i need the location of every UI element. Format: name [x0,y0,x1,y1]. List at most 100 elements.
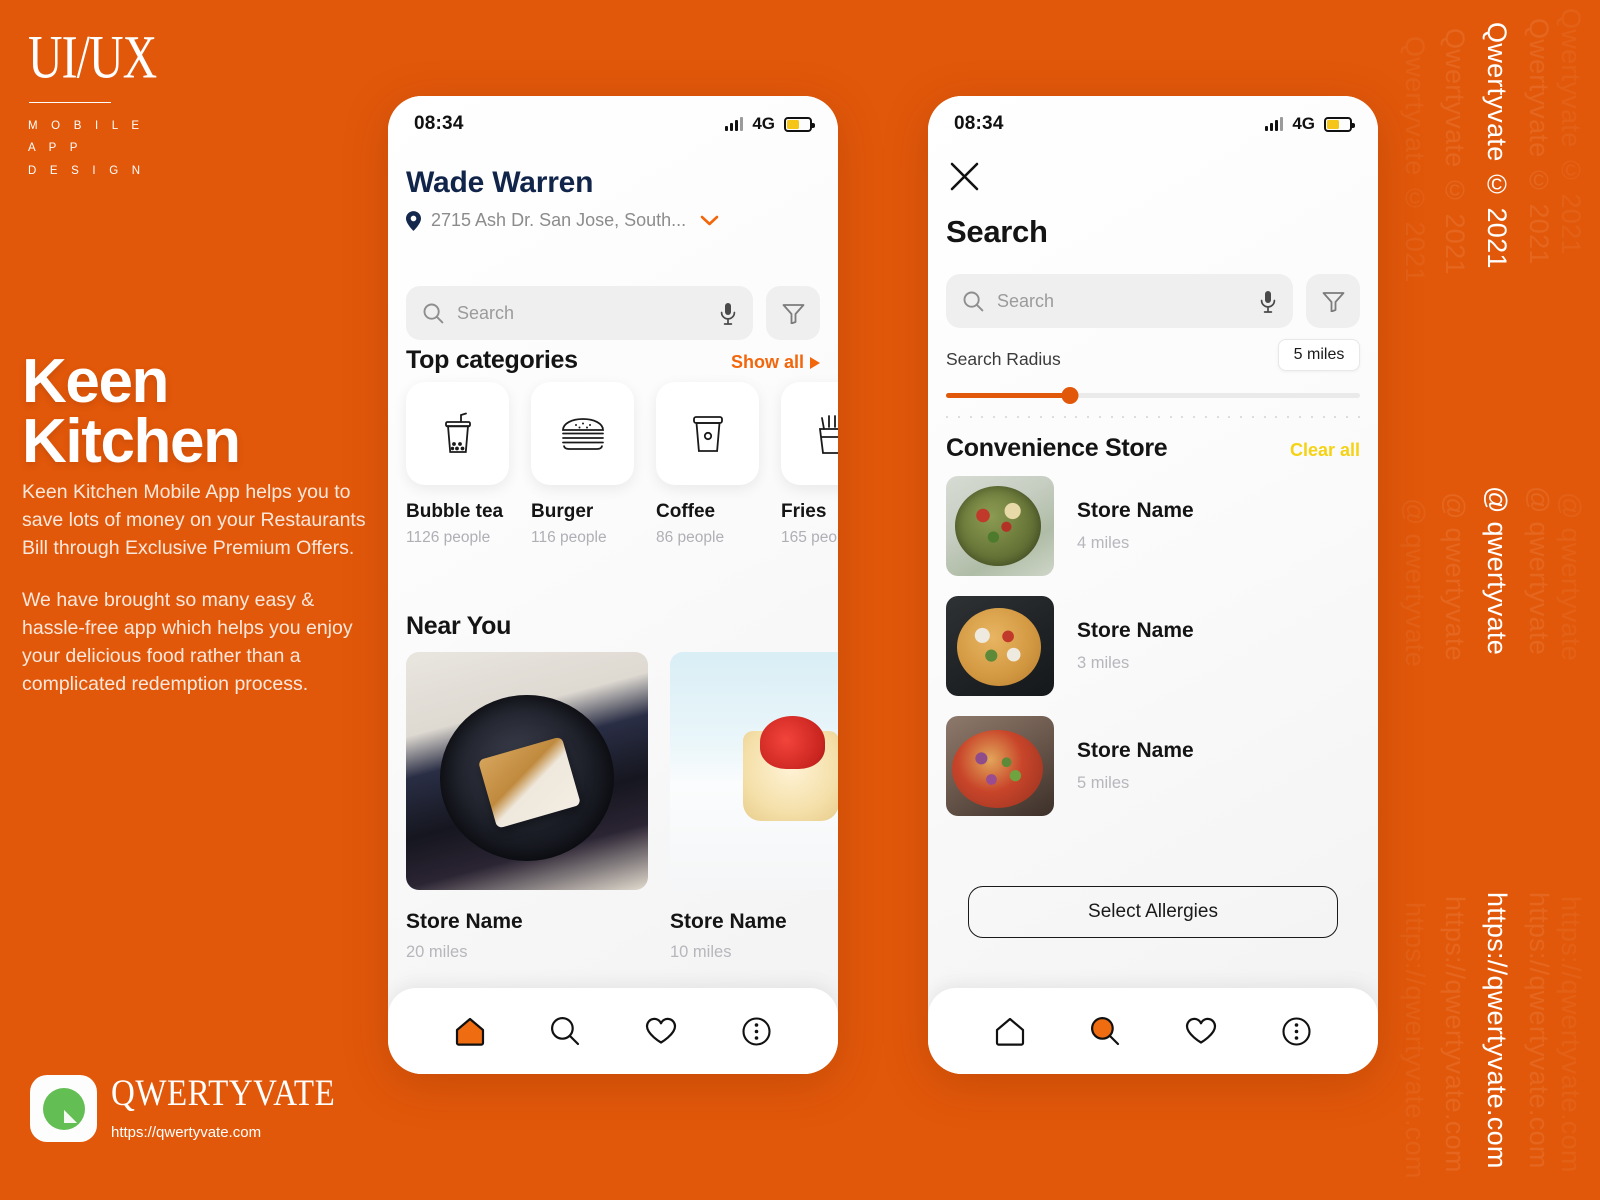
hero-title-line-1: Keen [22,347,169,416]
search-placeholder: Search [457,302,515,323]
watermark-handle-ghost-4: @ qwertyvate [1400,498,1430,668]
more-dots-icon [742,1016,771,1046]
store-photo [406,652,648,890]
store-card[interactable]: Store Name 10 miles [670,652,838,962]
filter-funnel-icon [782,303,804,324]
category-item-bubble-tea[interactable]: Bubble tea 1126 people [406,382,509,547]
footer-url[interactable]: https://qwertyvate.com [111,1124,335,1141]
list-item[interactable]: Store Name 4 miles [946,476,1360,576]
store-distance: 5 miles [1077,774,1130,792]
tab-more[interactable] [709,1016,805,1046]
watermark-site-ghost-3: https://qwertyvate.com [1440,896,1470,1173]
tab-search[interactable] [518,1016,614,1046]
home-icon [995,1017,1024,1046]
category-name: Coffee [656,501,716,522]
bottom-tab-bar [928,988,1378,1074]
tab-home[interactable] [422,1017,518,1046]
bottom-tab-bar [388,988,838,1074]
coffee-cup-icon [692,415,723,452]
filter-button[interactable] [1306,274,1360,328]
microphone-icon[interactable] [1260,290,1276,313]
watermark-copyright-ghost-4: Qwertyvate © 2021 [1400,36,1430,283]
slider-thumb[interactable] [1061,387,1079,404]
network-label: 4G [752,114,775,133]
result-list: Store Name 4 miles Store Name 3 miles St… [946,476,1360,836]
results-header: Convenience Store Clear all [946,434,1360,463]
filter-button[interactable] [766,286,820,340]
top-categories-header: Top categories Show all [406,346,820,375]
list-item[interactable]: Store Name 5 miles [946,716,1360,816]
category-item-burger[interactable]: Burger 116 people [531,382,634,547]
brand-sub-line-1: M O B I L E [28,120,145,132]
section-title-near-you: Near You [406,612,512,640]
store-card[interactable]: Store Name 20 miles [406,652,648,962]
select-allergies-button[interactable]: Select Allergies [968,886,1338,938]
list-item[interactable]: Store Name 3 miles [946,596,1360,696]
address-selector[interactable]: 2715 Ash Dr. San Jose, South... [406,210,719,231]
category-item-fries[interactable]: Fries 165 people [781,382,838,547]
category-people-count: 116 people [531,529,607,546]
hero-title-line-2: Kitchen [22,407,241,477]
store-photo [946,476,1054,576]
left-marketing-panel: UI/UX M O B I L E A P P D E S I G N Keen… [0,0,390,1200]
search-input[interactable]: Search [946,274,1293,328]
store-name: Store Name [1077,739,1194,762]
chevron-down-icon[interactable] [700,215,719,227]
battery-icon [1324,116,1355,132]
search-placeholder: Search [997,290,1055,311]
store-distance: 10 miles [670,943,732,961]
signal-bars-icon [725,117,744,131]
status-time: 08:34 [414,113,464,134]
hero-paragraph-2: We have brought so many easy & hassle-fr… [22,589,353,696]
watermark-handle-ghost-3: @ qwertyvate [1440,492,1470,662]
clear-all-button[interactable]: Clear all [1290,440,1360,461]
search-input[interactable]: Search [406,286,753,340]
show-all-button[interactable]: Show all [731,352,820,373]
tab-more[interactable] [1249,1016,1345,1046]
search-radius-slider[interactable] [946,387,1360,404]
page-title: Search [946,214,1048,249]
watermark-copyright-ghost-3: Qwertyvate © 2021 [1440,28,1470,275]
store-name: Store Name [1077,619,1194,642]
tab-favorites[interactable] [1153,1017,1249,1045]
search-row-search: Search [946,274,1360,328]
near-you-list: Store Name 20 miles Store Name 10 miles [406,652,838,962]
tab-favorites[interactable] [613,1017,709,1045]
category-icon-card [406,382,509,485]
search-icon [1091,1016,1120,1046]
store-name: Store Name [1077,499,1194,522]
tab-home[interactable] [962,1017,1058,1046]
search-row-home: Search [406,286,820,340]
bubble-tea-icon [444,412,471,453]
heart-icon [1185,1017,1216,1044]
category-people-count: 1126 people [406,529,491,546]
close-button[interactable] [950,162,979,196]
show-all-label: Show all [730,352,804,372]
store-name: Store Name [406,910,523,933]
store-distance: 4 miles [1077,534,1130,552]
footer-brand-name: QWERTYVATE [111,1074,336,1115]
phone-mockup-home: 08:34 4G Wade Warren 2715 Ash Dr. San Jo… [388,96,838,1074]
watermark-handle: @ qwertyvate [1482,486,1512,656]
search-radius-label: Search Radius [946,349,1061,369]
microphone-icon[interactable] [720,302,736,325]
brand-sub-line-3: D E S I G N [28,164,146,177]
heart-icon [645,1017,676,1044]
search-icon [551,1016,580,1046]
search-radius-value: 5 miles [1278,339,1360,371]
caret-right-icon [810,356,820,369]
burger-icon [561,417,604,450]
watermark-copyright-ghost-1: Qwertyvate © 2021 [1524,18,1554,265]
fries-icon [818,414,838,454]
qwertyvate-logo-icon [30,1075,97,1142]
filter-funnel-icon [1322,291,1344,312]
store-distance: 3 miles [1077,654,1130,672]
category-name: Burger [531,501,594,522]
brand-divider [29,102,111,103]
category-icon-card [656,382,759,485]
category-item-coffee[interactable]: Coffee 86 people [656,382,759,547]
watermark-site-ghost-1: https://qwertyvate.com [1524,892,1554,1169]
footer-brand: QWERTYVATE https://qwertyvate.com [30,1074,336,1142]
battery-icon [784,116,815,132]
tab-search[interactable] [1058,1016,1154,1046]
